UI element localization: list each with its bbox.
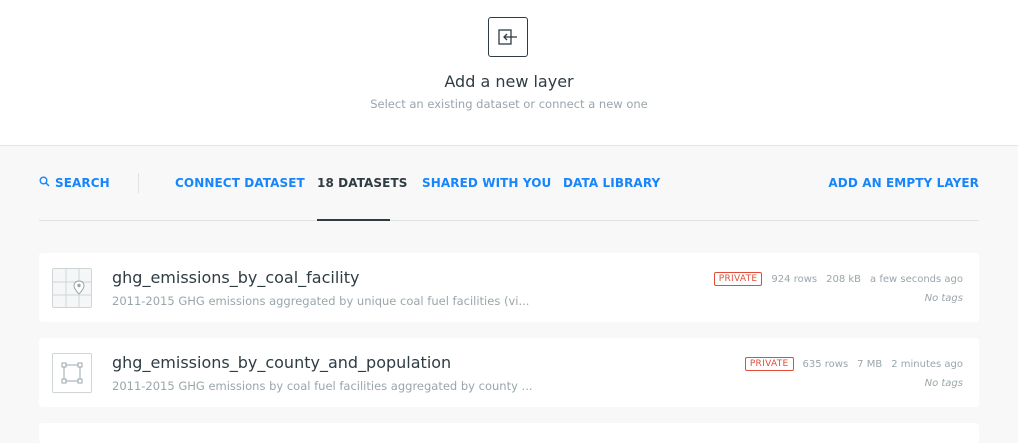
polygon-icon (52, 353, 92, 393)
dataset-name: ghg_emissions_by_coal_facility (112, 268, 360, 287)
page-subtitle: Select an existing dataset or connect a … (370, 97, 648, 111)
add-layer-icon (488, 17, 528, 57)
add-layer-header: Add a new layer Select an existing datas… (0, 0, 1018, 146)
search-label: SEARCH (55, 176, 110, 190)
tab-data-library[interactable]: DATA LIBRARY (563, 176, 660, 190)
tab-connect-dataset[interactable]: CONNECT DATASET (175, 176, 305, 190)
dataset-card[interactable]: ghg_emissions_by_coal_facility 2011-2015… (39, 253, 979, 322)
tab-divider (138, 173, 139, 193)
dataset-meta: PRIVATE 924 rows 208 kB a few seconds ag… (713, 272, 963, 286)
updated-time: a few seconds ago (870, 273, 963, 285)
dataset-tags: No tags (924, 378, 963, 389)
dataset-size: 7 MB (857, 358, 883, 370)
dataset-card[interactable]: ghg_emissions_by_county_and_population 2… (39, 338, 979, 407)
map-pin-icon (52, 268, 92, 308)
dataset-description: 2011-2015 GHG emissions aggregated by un… (112, 294, 530, 308)
updated-time: 2 minutes ago (891, 358, 963, 370)
dataset-name: ghg_emissions_by_county_and_population (112, 353, 452, 372)
dataset-description: 2011-2015 GHG emissions by coal fuel fac… (112, 379, 533, 393)
private-badge: PRIVATE (744, 357, 794, 371)
active-tab-indicator (317, 219, 390, 221)
tab-datasets[interactable]: 18 DATASETS (317, 176, 408, 190)
dataset-card[interactable] (39, 423, 979, 443)
dataset-tabs: SEARCH CONNECT DATASET 18 DATASETS SHARE… (39, 146, 979, 221)
add-empty-layer-button[interactable]: ADD AN EMPTY LAYER (828, 176, 979, 190)
search-tab[interactable]: SEARCH (39, 176, 110, 190)
search-icon (39, 176, 50, 190)
page-title: Add a new layer (444, 72, 574, 91)
dataset-size: 208 kB (826, 273, 862, 285)
dataset-tags: No tags (924, 293, 963, 304)
private-badge: PRIVATE (713, 272, 763, 286)
row-count: 924 rows (771, 273, 818, 285)
row-count: 635 rows (802, 358, 849, 370)
dataset-meta: PRIVATE 635 rows 7 MB 2 minutes ago (744, 357, 963, 371)
tab-shared-with-you[interactable]: SHARED WITH YOU (422, 176, 551, 190)
